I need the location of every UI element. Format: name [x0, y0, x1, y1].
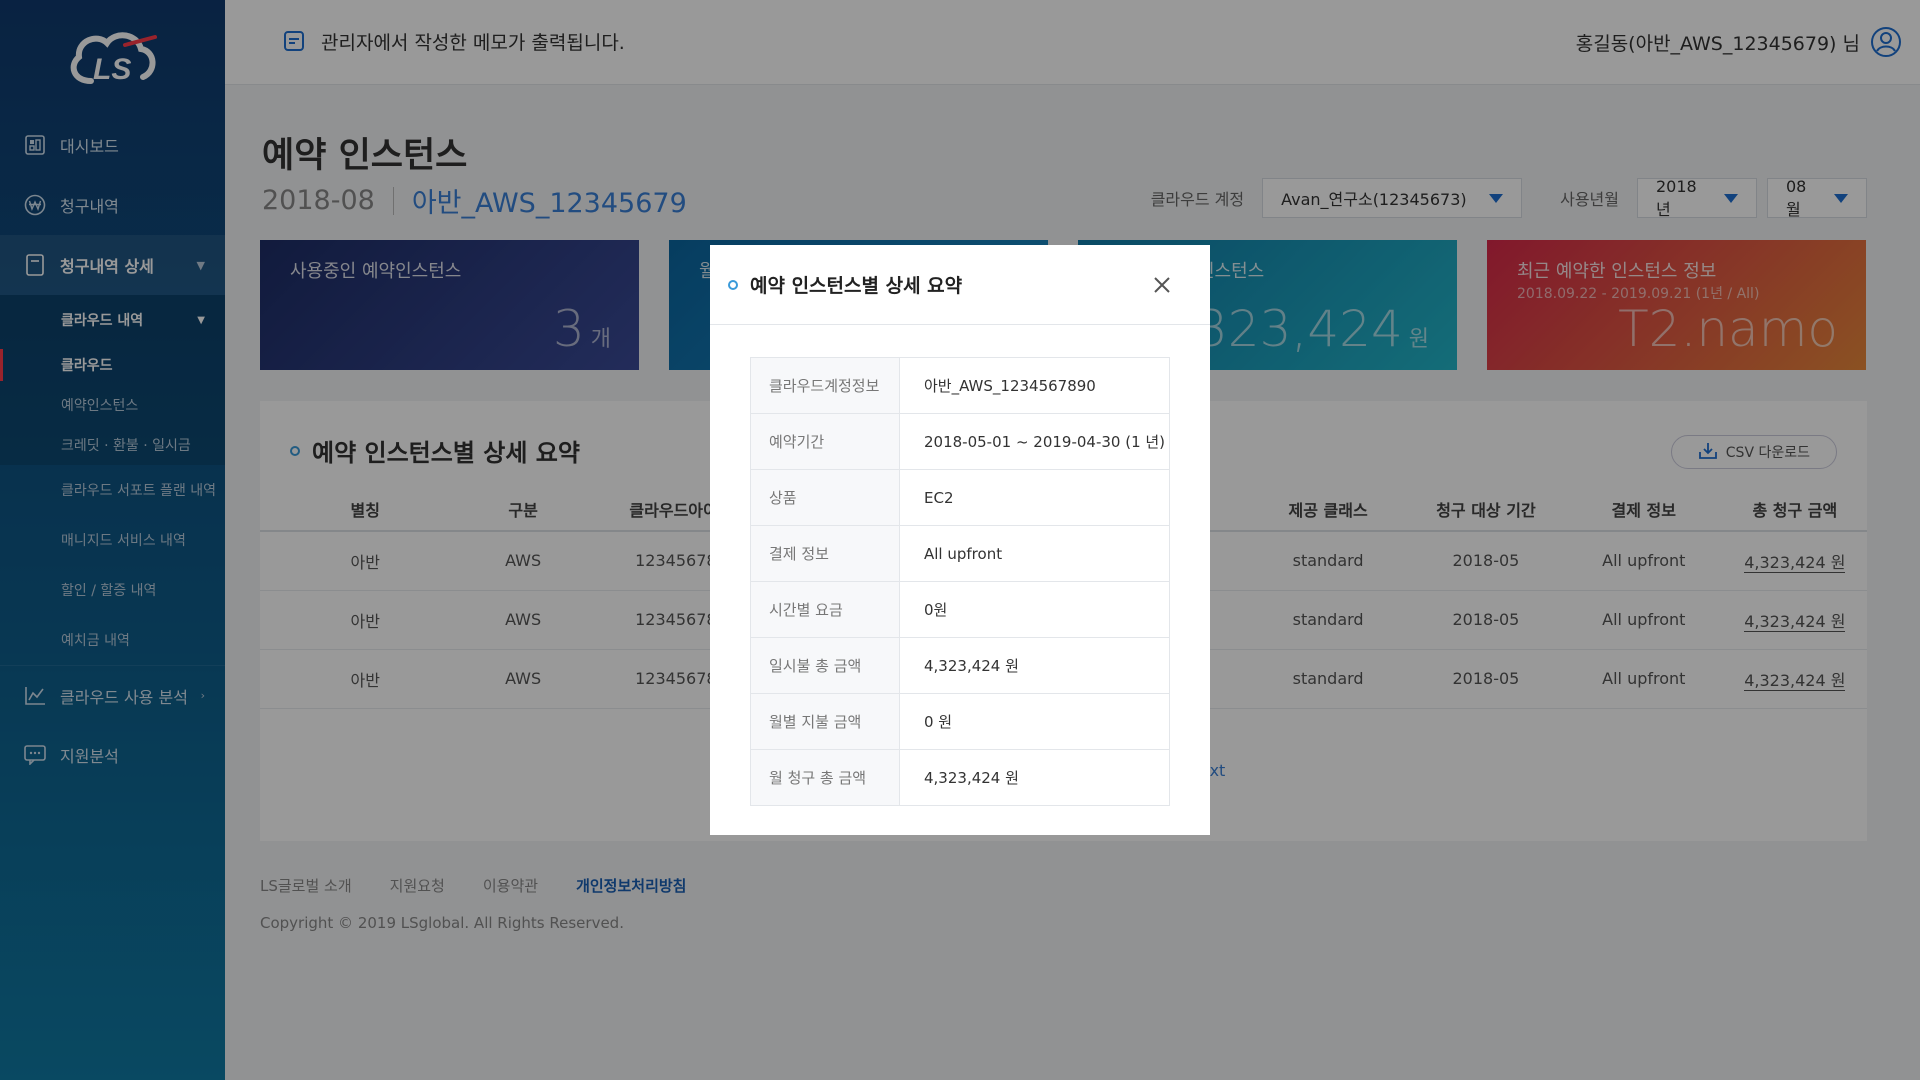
table-row: 결제 정보 All upfront: [750, 525, 1170, 582]
close-icon[interactable]: [1150, 273, 1174, 297]
table-row: 월 청구 총 금액 4,323,424 원: [750, 749, 1170, 806]
modal-detail-table: 클라우드계정정보 아반_AWS_1234567890 예약기간 2018-05-…: [750, 357, 1170, 806]
table-row: 일시불 총 금액 4,323,424 원: [750, 637, 1170, 694]
modal-header: 예약 인스턴스별 상세 요약: [710, 245, 1210, 325]
modal-title: 예약 인스턴스별 상세 요약: [728, 271, 962, 298]
bullet-icon: [728, 279, 738, 290]
table-row: 상품 EC2: [750, 469, 1170, 526]
table-row: 시간별 요금 0원: [750, 581, 1170, 638]
table-row: 예약기간 2018-05-01 ~ 2019-04-30 (1 년): [750, 413, 1170, 470]
detail-summary-modal: 예약 인스턴스별 상세 요약 클라우드계정정보 아반_AWS_123456789…: [710, 245, 1210, 835]
table-row: 월별 지불 금액 0 원: [750, 693, 1170, 750]
table-row: 클라우드계정정보 아반_AWS_1234567890: [750, 357, 1170, 414]
